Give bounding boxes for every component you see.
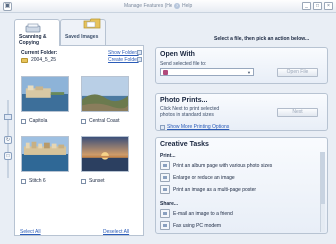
deselect-all-link[interactable]: Deselect All — [103, 229, 129, 235]
thumbnail-caption-row: Sunset — [81, 178, 105, 184]
tab-scanning-copying-label: Scanning & Copying — [19, 34, 47, 46]
thumbnail-image[interactable] — [81, 76, 129, 112]
open-with-card: Open With Send selected file to: ▼ Open … — [155, 47, 328, 84]
thumbnail-caption-row: Capitola — [21, 118, 47, 124]
help-icon[interactable]: ? — [174, 3, 180, 9]
manage-features-link[interactable]: Manage Features (Help) — [124, 3, 172, 10]
photo-prints-card: Photo Prints... Click Next to print sele… — [155, 93, 328, 131]
thumbnail-caption: Central Coast — [89, 118, 120, 124]
create-folder-icon[interactable] — [137, 57, 142, 62]
photo-prints-description: Click Next to print selected photos in s… — [160, 106, 220, 118]
expand-icon — [160, 124, 165, 130]
next-button[interactable]: Next — [277, 108, 318, 117]
task-item[interactable]: Fax using PC modem — [160, 221, 221, 230]
thumbnail-caption: Stitch 6 — [29, 178, 46, 184]
task-item[interactable]: Enlarge or reduce an image — [160, 173, 235, 182]
thumbnail-item[interactable]: Stitch 6 — [21, 136, 75, 186]
current-folder-name: 2004_5_25 — [31, 57, 57, 63]
open-with-title: Open With — [160, 51, 195, 58]
share-section-label: Share... — [160, 201, 179, 207]
thumbnail-item[interactable]: Capitola — [21, 76, 75, 126]
photo-prints-title: Photo Prints... — [160, 97, 208, 104]
open-file-button[interactable]: Open File — [277, 68, 318, 77]
maximize-button[interactable]: □ — [313, 2, 322, 10]
task-label: Print an album page with various photo s… — [173, 162, 273, 169]
task-item[interactable]: Print an album page with various photo s… — [160, 161, 272, 170]
tab-scanning-copying[interactable]: Scanning & Copying — [14, 19, 60, 46]
show-more-printing-options[interactable]: Show More Printing Options — [160, 124, 229, 130]
poster-icon — [160, 185, 170, 194]
thumbnail-caption-row: Central Coast — [81, 118, 120, 124]
tab-saved-images[interactable]: Saved Images — [60, 18, 106, 46]
creative-tasks-scrollbar[interactable] — [320, 152, 325, 232]
current-folder[interactable]: 2004_5_25 — [21, 57, 56, 63]
folder-icon — [21, 57, 28, 63]
app-logo-icon: ▣ — [3, 2, 12, 11]
show-folders-link[interactable]: Show Folders — [108, 50, 139, 56]
title-bar: ▣ Manage Features (Help) ? Help _ □ × — [0, 0, 336, 13]
creative-tasks-title: Creative Tasks — [160, 141, 209, 148]
close-button[interactable]: × — [324, 2, 333, 10]
print-section-label: Print... — [160, 153, 176, 159]
thumbnail-item[interactable]: Sunset — [81, 136, 135, 186]
instruction-text: Select a file, then pick an action below… — [214, 36, 310, 42]
creative-tasks-card: Creative Tasks Print... Print an album p… — [155, 137, 328, 234]
folder-photos-icon — [83, 18, 101, 29]
thumbnail-image[interactable] — [21, 76, 69, 112]
thumbnail-checkbox[interactable] — [81, 178, 86, 184]
task-label: Enlarge or reduce an image — [173, 174, 235, 181]
chevron-down-icon[interactable]: ▼ — [247, 70, 252, 75]
image-browser-panel: Current Folder: 2004_5_25 Show Folders C… — [14, 45, 144, 236]
task-label: Print an image as a multi-page poster — [173, 186, 257, 193]
window-controls: _ □ × — [302, 2, 333, 10]
select-all-link[interactable]: Select All — [20, 229, 41, 235]
show-more-printing-options-link[interactable]: Show More Printing Options — [167, 124, 229, 130]
thumbnail-checkbox[interactable] — [21, 118, 26, 124]
help-link[interactable]: Help — [182, 3, 192, 10]
task-label: E-mail an image to a friend — [173, 210, 233, 217]
thumbnail-caption: Sunset — [89, 178, 105, 184]
thumbnail-size-slider[interactable]: ↻ □ — [3, 100, 13, 180]
rotate-icon[interactable]: ↻ — [4, 136, 12, 144]
tab-saved-images-label: Saved Images — [65, 34, 99, 40]
task-label: Fax using PC modem — [173, 222, 222, 229]
open-with-subtitle: Send selected file to: — [160, 61, 207, 67]
app-icon — [163, 70, 168, 75]
current-folder-label: Current Folder: — [21, 50, 58, 56]
create-folder-link[interactable]: Create Folder — [108, 57, 139, 63]
scanner-icon — [25, 23, 41, 33]
thumbnail-item[interactable]: Central Coast — [81, 76, 135, 126]
zoom-icon[interactable]: □ — [4, 152, 12, 160]
thumbnail-caption-row: Stitch 6 — [21, 178, 46, 184]
application-select[interactable]: ▼ — [160, 68, 254, 76]
album-page-icon — [160, 161, 170, 170]
slider-handle[interactable] — [4, 114, 12, 120]
thumbnail-image[interactable] — [21, 136, 69, 172]
task-item[interactable]: Print an image as a multi-page poster — [160, 185, 256, 194]
show-folders-icon[interactable] — [137, 50, 142, 55]
email-icon — [160, 209, 170, 218]
fax-icon — [160, 221, 170, 230]
thumbnail-image[interactable] — [81, 136, 129, 172]
minimize-button[interactable]: _ — [302, 2, 311, 10]
thumbnail-caption: Capitola — [29, 118, 48, 124]
thumbnail-checkbox[interactable] — [21, 178, 26, 184]
thumbnail-checkbox[interactable] — [81, 118, 86, 124]
enlarge-icon — [160, 173, 170, 182]
scrollbar-thumb[interactable] — [321, 152, 325, 204]
task-item[interactable]: E-mail an image to a friend — [160, 209, 233, 218]
